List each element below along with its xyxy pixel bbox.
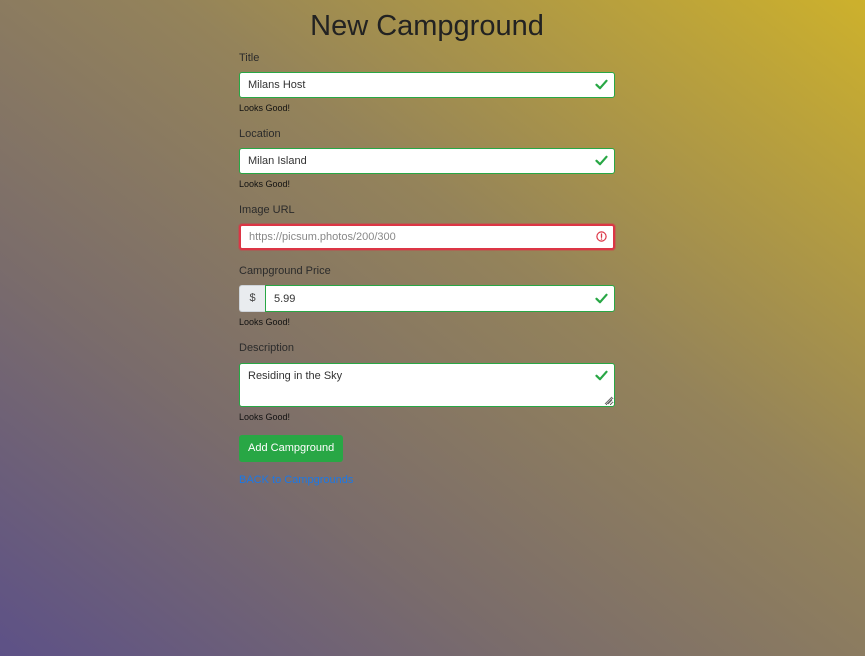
title-field-wrap xyxy=(239,72,615,98)
title-input[interactable] xyxy=(239,72,615,98)
title-label: Title xyxy=(239,52,260,64)
back-to-campgrounds-link[interactable]: BACK to Campgrounds xyxy=(239,474,615,486)
page-title: New Campground xyxy=(310,10,544,42)
check-icon xyxy=(595,370,608,381)
resize-handle-icon[interactable] xyxy=(603,395,613,405)
description-label: Description xyxy=(239,342,295,354)
title-group: Title Looks Good! xyxy=(239,50,615,114)
price-label: Campground Price xyxy=(239,265,331,277)
price-field-wrap xyxy=(265,285,615,312)
description-feedback: Looks Good! xyxy=(239,412,291,422)
price-feedback: Looks Good! xyxy=(239,317,291,327)
check-icon xyxy=(595,293,608,304)
image-url-input[interactable] xyxy=(239,224,615,250)
check-icon xyxy=(595,155,608,166)
price-input[interactable] xyxy=(265,285,615,312)
image-url-label: Image URL xyxy=(239,204,295,216)
location-label: Location xyxy=(239,128,281,140)
alert-circle-icon xyxy=(596,231,607,242)
location-input[interactable] xyxy=(239,148,615,174)
price-input-group: $ xyxy=(239,285,615,312)
description-field-wrap: Residing in the Sky xyxy=(239,363,615,407)
image-url-group: Image URL xyxy=(239,202,615,250)
add-campground-button[interactable]: Add Campground xyxy=(239,435,344,462)
description-group: Description Residing in the Sky Looks Go… xyxy=(239,340,615,423)
price-group: Campground Price $ Looks Good! xyxy=(239,263,615,328)
currency-addon: $ xyxy=(239,285,265,312)
location-group: Location Looks Good! xyxy=(239,126,615,190)
image-url-field-wrap xyxy=(239,224,615,250)
title-feedback: Looks Good! xyxy=(239,103,291,113)
location-feedback: Looks Good! xyxy=(239,179,291,189)
check-icon xyxy=(595,79,608,90)
location-field-wrap xyxy=(239,148,615,174)
new-campground-form: Title Looks Good! Location Looks Good! I… xyxy=(239,50,615,486)
description-textarea[interactable]: Residing in the Sky xyxy=(239,363,615,407)
